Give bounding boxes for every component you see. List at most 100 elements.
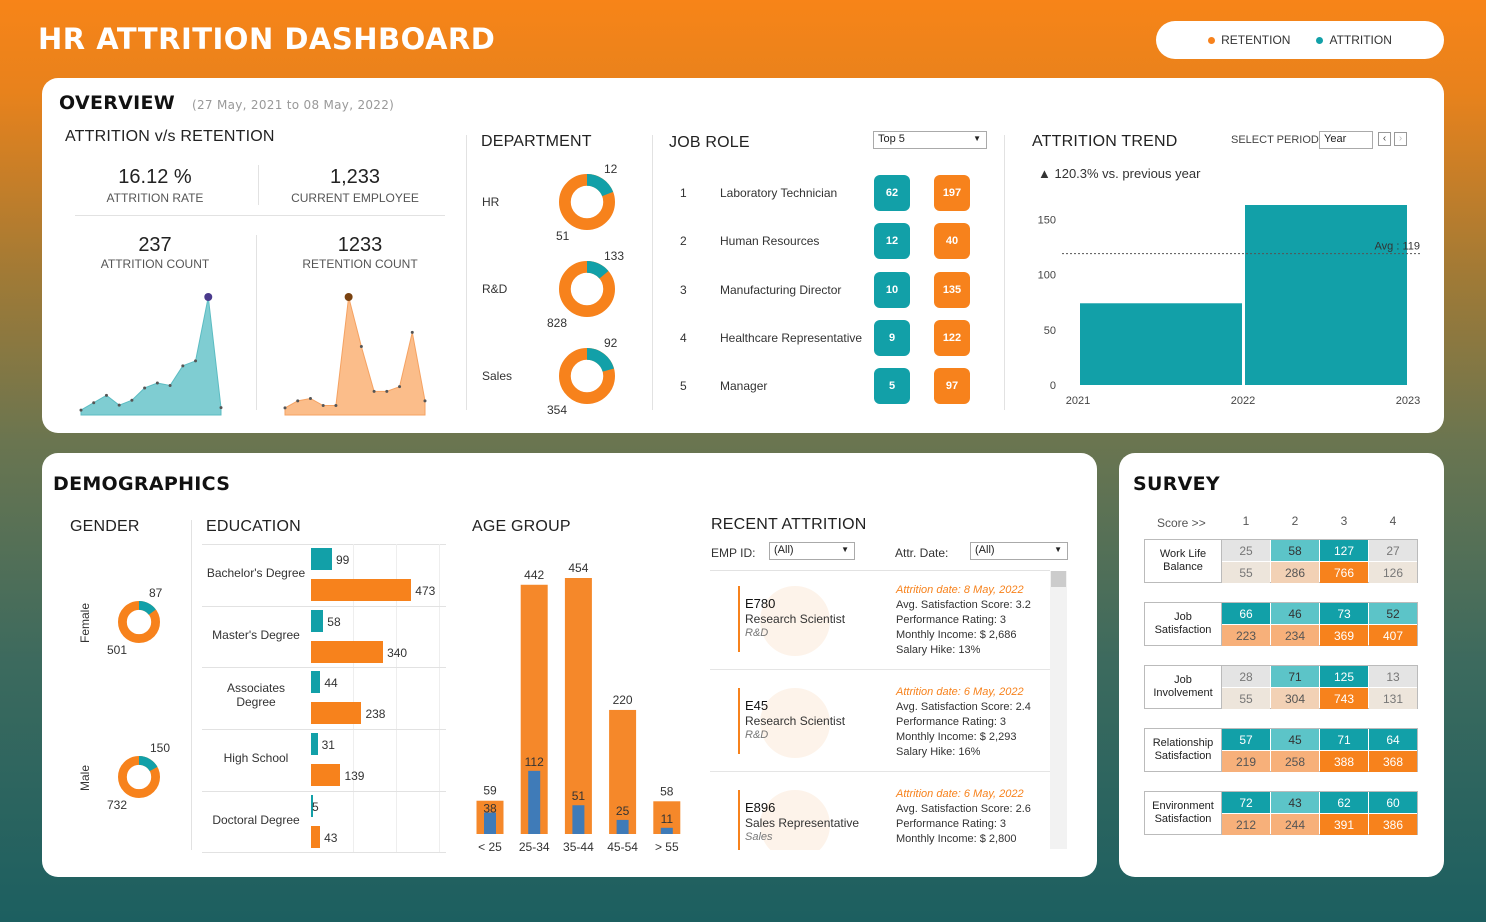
gender-retention-value: 732 xyxy=(107,798,128,812)
attrition-rate-value: 16.12 % xyxy=(118,166,192,188)
job-role-filter[interactable]: Top 5 ▼ xyxy=(873,131,987,149)
recent-attrition-list[interactable]: E780 Research Scientist R&D Attrition date:… xyxy=(710,570,1067,850)
recent-attrition-item[interactable]: E896 Sales Representative Sales Attrition d… xyxy=(710,774,1050,850)
period-select[interactable]: Year xyxy=(1319,131,1373,149)
employee-id: E896 xyxy=(745,800,776,815)
current-employee-label: CURRENT EMPLOYEE xyxy=(291,191,419,205)
recent-attrition-item[interactable]: E45 Research Scientist R&D Attrition date: … xyxy=(710,672,1050,772)
survey-retention-cell: 388 xyxy=(1320,751,1368,772)
legend: RETENTION ATTRITION xyxy=(1156,21,1444,59)
education-attrition-bar xyxy=(311,548,332,570)
trend-y-tick: 0 xyxy=(1050,380,1056,392)
next-period-button[interactable]: › xyxy=(1394,132,1407,146)
chevron-down-icon: ▼ xyxy=(1054,545,1062,554)
sparkline-point xyxy=(117,403,121,407)
divider xyxy=(202,728,446,730)
recent-attrition-title: RECENT ATTRITION xyxy=(711,516,867,533)
survey-retention-cell: 212 xyxy=(1222,814,1270,835)
job-role-title: JOB ROLE xyxy=(669,134,750,151)
current-employee-value: 1,233 xyxy=(329,166,381,188)
job-role-retention-badge: 40 xyxy=(934,223,970,260)
sparkline-point xyxy=(194,359,198,363)
retention-count-label: RETENTION COUNT xyxy=(302,257,418,271)
survey-score-header: 1 xyxy=(1242,514,1250,528)
survey-row-label: Relationship Satisfaction xyxy=(1145,729,1222,771)
survey-attrition-cell: 45 xyxy=(1271,729,1319,750)
employee-role: Research Scientist xyxy=(745,714,846,728)
department-donut xyxy=(558,173,616,231)
survey-attrition-cell: 71 xyxy=(1320,729,1368,750)
dashboard-title: HR ATTRITION DASHBOARD xyxy=(38,22,496,56)
attr-date-filter[interactable]: (All) ▼ xyxy=(970,542,1068,560)
survey-retention-cell: 258 xyxy=(1271,751,1319,772)
education-attrition-bar xyxy=(311,609,324,632)
recent-scrollbar[interactable] xyxy=(1050,571,1067,849)
sparkline-point xyxy=(296,399,300,403)
education-retention-value: 473 xyxy=(415,584,436,598)
gender-donut xyxy=(117,600,161,644)
info-perf: Performance Rating: 3 xyxy=(896,716,1007,728)
education-attrition-value: 44 xyxy=(324,676,338,691)
survey-attrition-cell: 66 xyxy=(1222,603,1270,624)
chevron-down-icon: ▼ xyxy=(973,134,981,143)
overview-date-range: (27 May, 2021 to 08 May, 2022) xyxy=(192,98,395,112)
department-title: DEPARTMENT xyxy=(481,133,592,150)
sparkline-area xyxy=(284,296,426,416)
survey-attrition-cell: 73 xyxy=(1320,603,1368,624)
education-retention-value: 139 xyxy=(344,769,365,784)
age-group-label: > 55 xyxy=(655,840,679,854)
education-label: Associates Degree xyxy=(226,681,286,710)
survey-row: Work Life Balance 25 58 127 27 55 286 766 126 xyxy=(1144,539,1418,583)
survey-row: Job Involvement 28 71 125 13 55 304 743 131 xyxy=(1144,665,1418,709)
survey-attrition-cell: 62 xyxy=(1320,792,1368,813)
survey-attrition-cell: 71 xyxy=(1271,666,1319,687)
survey-retention-cell: 244 xyxy=(1271,814,1319,835)
sparkline-point xyxy=(143,386,147,390)
education-attrition-bar xyxy=(311,671,321,694)
recent-attrition-item[interactable]: E780 Research Scientist R&D Attrition date:… xyxy=(710,570,1050,670)
survey-attrition-cell: 60 xyxy=(1369,792,1417,813)
survey-score-header: 2 xyxy=(1291,514,1299,528)
department-retention-value: 51 xyxy=(556,229,570,243)
job-role-rank: 2 xyxy=(680,234,687,249)
sparkline-point xyxy=(219,406,223,410)
sparkline-point xyxy=(321,404,325,408)
job-role-name: Human Resources xyxy=(720,234,820,249)
sparkline-point xyxy=(168,384,172,387)
job-role-retention-badge: 97 xyxy=(934,368,970,405)
attr-vs-ret-title: ATTRITION v/s RETENTION xyxy=(65,128,275,145)
sparkline-point xyxy=(359,345,363,349)
education-retention-bar xyxy=(311,764,341,787)
scrollbar-thumb[interactable] xyxy=(1051,571,1066,587)
education-attrition-value: 31 xyxy=(321,738,335,753)
age-group-label: 35-44 xyxy=(563,840,594,854)
edu-gridline xyxy=(439,544,440,852)
info-date: Attrition date: 8 May, 2022 xyxy=(896,584,1024,596)
spark-divider xyxy=(256,235,257,410)
department-name: Sales xyxy=(482,369,513,383)
survey-row: Environment Satisfaction 72 43 62 60 212 244 39… xyxy=(1144,791,1418,835)
kpi-divider xyxy=(258,165,259,205)
education-retention-value: 340 xyxy=(387,645,408,660)
emp-id-filter[interactable]: (All) ▼ xyxy=(769,542,855,560)
employee-role: Research Scientist xyxy=(745,612,846,626)
survey-attrition-cell: 25 xyxy=(1222,540,1270,561)
education-retention-bar xyxy=(311,702,362,725)
age-retention-value: 220 xyxy=(613,693,633,707)
education-retention-value: 43 xyxy=(324,830,338,845)
age-group-title: AGE GROUP xyxy=(472,518,571,535)
attrition-sparkline xyxy=(79,293,223,416)
sparkline-point xyxy=(410,330,414,334)
education-label: Master's Degree xyxy=(212,627,300,642)
trend-title: ATTRITION TREND xyxy=(1032,133,1178,150)
education-attrition-value: 99 xyxy=(335,553,350,567)
prev-period-button[interactable]: ‹ xyxy=(1378,132,1391,146)
info-date: Attrition date: 6 May, 2022 xyxy=(896,686,1024,698)
survey-attrition-cell: 27 xyxy=(1369,540,1417,561)
trend-y-tick: 150 xyxy=(1038,214,1056,226)
info-sat: Avg. Satisfaction Score: 2.4 xyxy=(896,701,1031,713)
survey-retention-cell: 131 xyxy=(1369,688,1417,709)
sparkline-peak xyxy=(204,293,213,301)
age-group-label: 45-54 xyxy=(607,840,638,854)
job-role-rank: 1 xyxy=(680,186,687,200)
